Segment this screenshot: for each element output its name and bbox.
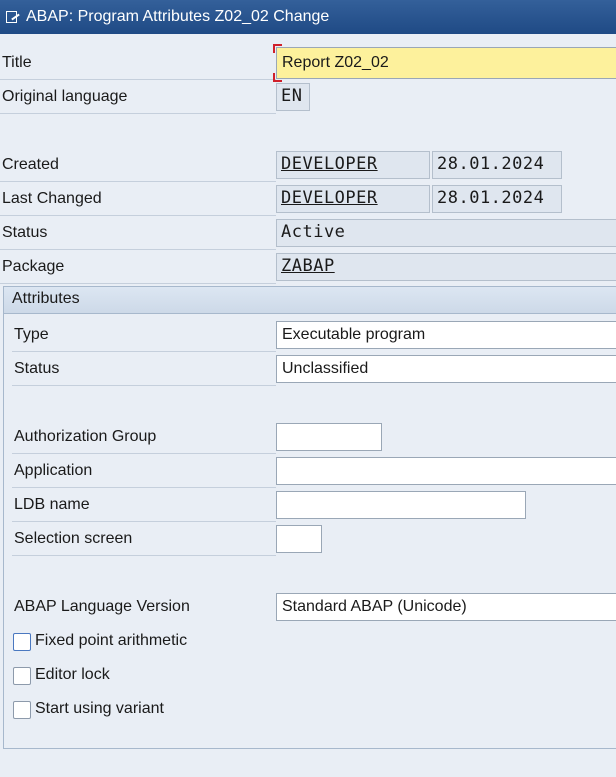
title-input[interactable]: Report Z02_02 — [273, 44, 616, 82]
abap-version-label: ABAP Language Version — [14, 598, 190, 615]
attr-status-label: Status — [14, 360, 60, 377]
package-link[interactable]: ZABAP — [276, 253, 616, 281]
ldb-name-input[interactable] — [276, 491, 526, 519]
selection-screen-row: Selection screen — [12, 522, 276, 556]
created-user-link[interactable]: DEVELOPER — [276, 151, 430, 179]
editor-lock-label: Editor lock — [35, 666, 110, 683]
title-label: Title — [2, 54, 32, 71]
window-title: ABAP: Program Attributes Z02_02 Change — [26, 8, 330, 25]
type-label: Type — [14, 326, 49, 343]
application-label: Application — [14, 462, 93, 479]
required-marker-icon — [273, 44, 282, 53]
attributes-group-title: Attributes — [12, 290, 80, 307]
attr-status-select[interactable]: Unclassified — [276, 355, 616, 383]
auth-group-label: Authorization Group — [14, 428, 157, 445]
type-select[interactable]: Executable program — [276, 321, 616, 349]
application-row: Application — [12, 454, 276, 488]
ldb-name-label: LDB name — [14, 496, 90, 513]
auth-group-input[interactable] — [276, 423, 382, 451]
created-row: Created — [0, 148, 276, 182]
last-changed-label: Last Changed — [2, 190, 102, 207]
ldb-name-row: LDB name — [12, 488, 276, 522]
start-using-variant-label: Start using variant — [35, 700, 164, 717]
abap-version-select[interactable]: Standard ABAP (Unicode) — [276, 593, 616, 621]
edit-document-icon — [6, 10, 20, 24]
type-row: Type — [12, 318, 276, 352]
start-using-variant-checkbox[interactable] — [13, 701, 31, 719]
fixed-point-arithmetic-label: Fixed point arithmetic — [35, 632, 188, 649]
changed-date-field: 28.01.2024 — [432, 185, 562, 213]
window-titlebar: ABAP: Program Attributes Z02_02 Change — [0, 0, 616, 34]
package-label: Package — [2, 258, 65, 275]
original-language-label: Original language — [2, 88, 128, 105]
last-changed-row: Last Changed — [0, 182, 276, 216]
application-input[interactable] — [276, 457, 616, 485]
created-date-field: 28.01.2024 — [432, 151, 562, 179]
package-row: Package — [0, 250, 276, 284]
fixed-point-arithmetic-checkbox[interactable] — [13, 633, 31, 651]
original-language-row: Original language — [0, 80, 276, 114]
editor-lock-checkbox[interactable] — [13, 667, 31, 685]
status-field: Active — [276, 219, 616, 247]
title-row: Title — [0, 46, 276, 80]
original-language-field: EN — [276, 83, 310, 111]
selection-screen-label: Selection screen — [14, 530, 133, 547]
auth-group-row: Authorization Group — [12, 420, 276, 454]
selection-screen-input[interactable] — [276, 525, 322, 553]
attr-status-row: Status — [12, 352, 276, 386]
changed-user-link[interactable]: DEVELOPER — [276, 185, 430, 213]
attributes-group-header: Attributes — [4, 287, 616, 314]
abap-version-row: ABAP Language Version — [12, 590, 276, 624]
status-row: Status — [0, 216, 276, 250]
status-label: Status — [2, 224, 48, 241]
created-label: Created — [2, 156, 59, 173]
